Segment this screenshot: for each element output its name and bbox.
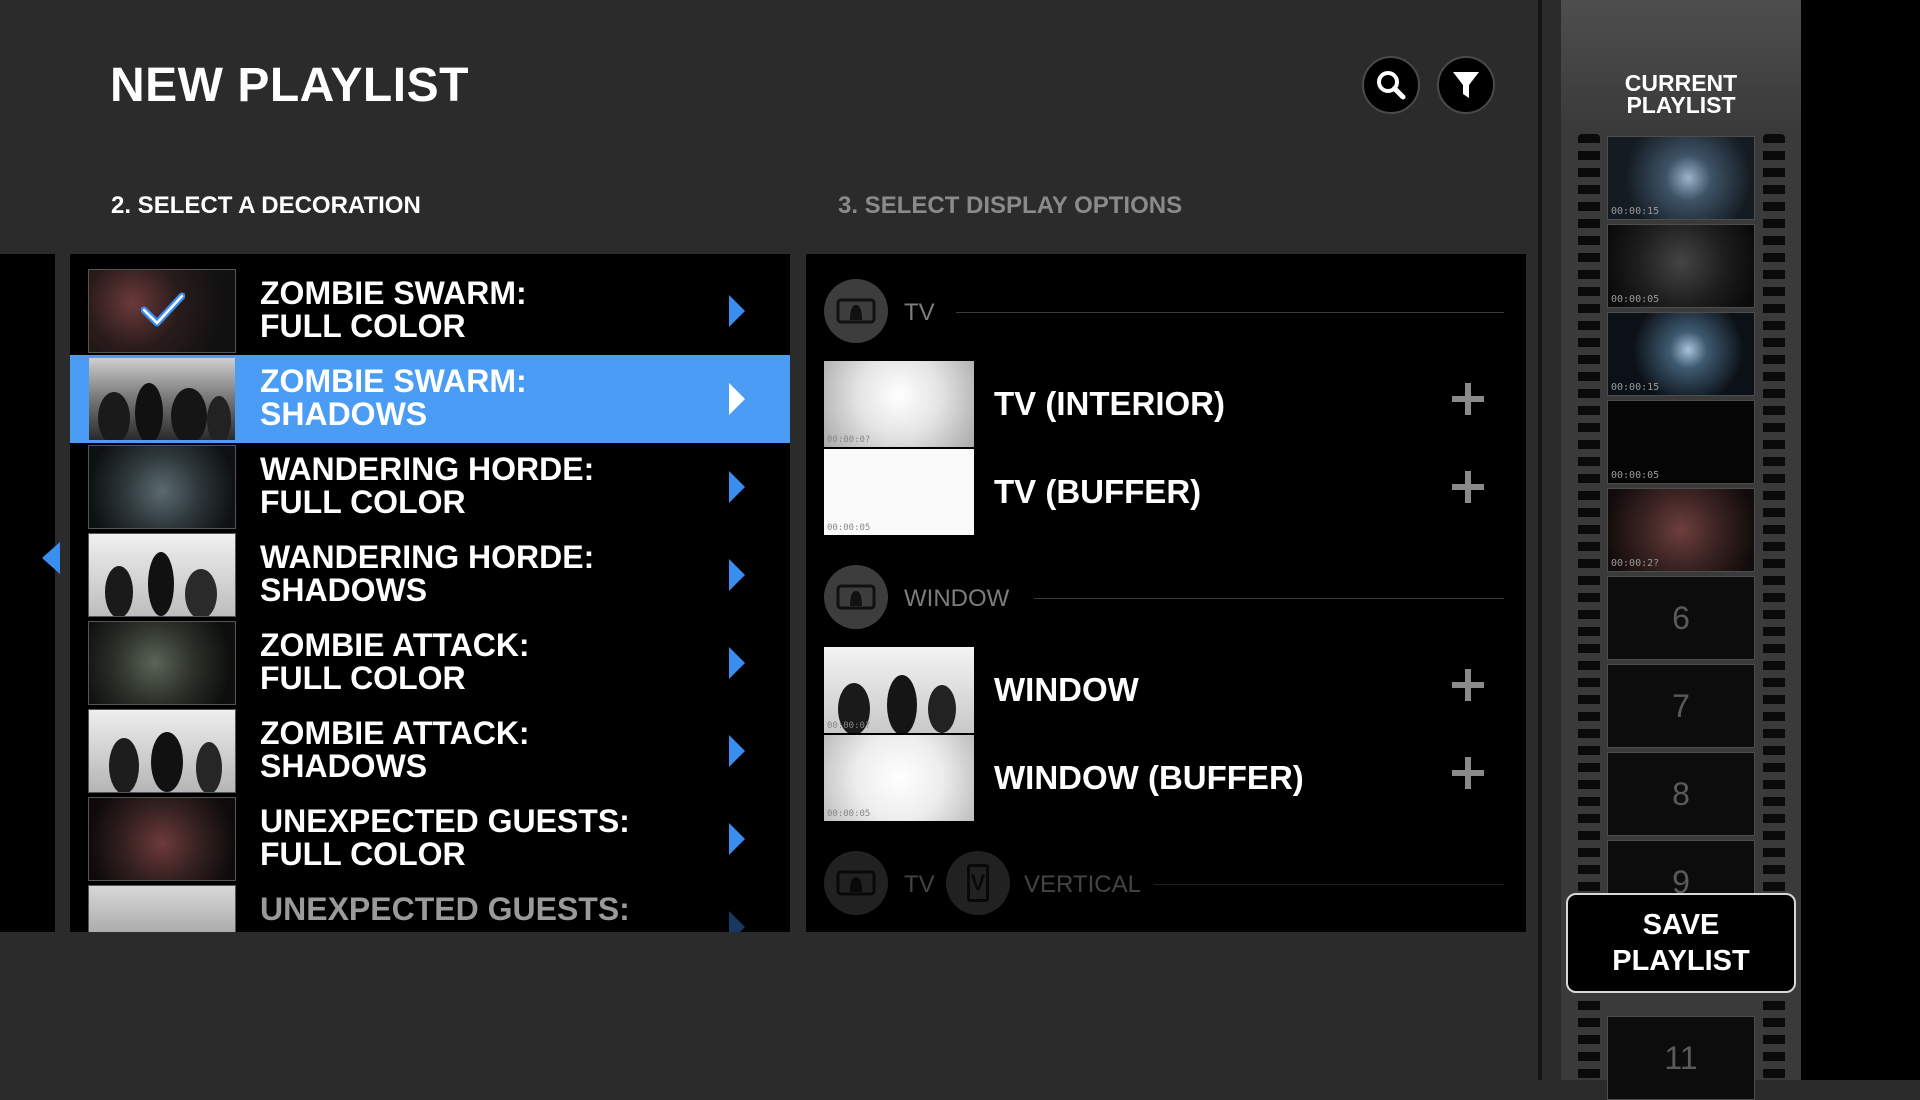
list-item-unexpected-guests-shadows[interactable]: UNEXPECTED GUESTS: bbox=[70, 883, 790, 932]
silhouettes-image bbox=[109, 732, 222, 792]
option-label: WINDOW (BUFFER) bbox=[994, 759, 1304, 796]
playlist-frame-2[interactable]: 00:00:05 bbox=[1607, 224, 1755, 308]
list-item-zombie-attack-shadows[interactable]: ZOMBIE ATTACK: SHADOWS bbox=[70, 707, 790, 795]
group-header-window: WINDOW bbox=[824, 565, 1504, 631]
add-icon[interactable] bbox=[1452, 471, 1484, 503]
chevron-right-icon bbox=[729, 295, 745, 327]
bottom-area bbox=[0, 932, 1538, 1080]
chevron-right-icon bbox=[729, 647, 745, 679]
list-item-label: ZOMBIE ATTACK: FULL COLOR bbox=[260, 627, 530, 696]
decoration-list: ZOMBIE SWARM: FULL COLOR ZOMBIE SWARM: SHA… bbox=[70, 254, 790, 932]
list-item-zombie-swarm-shadows[interactable]: ZOMBIE SWARM: SHADOWS bbox=[70, 355, 790, 443]
group-label-vertical: VERTICAL bbox=[1024, 871, 1141, 898]
list-item-label: UNEXPECTED GUESTS: FULL COLOR bbox=[260, 803, 630, 872]
divider bbox=[1154, 884, 1504, 885]
chevron-right-icon bbox=[729, 735, 745, 767]
group-label-tv: TV bbox=[904, 871, 935, 898]
display-options-panel: TV 00:00:0? TV (INTERIOR) 00:00:05 TV (B… bbox=[806, 254, 1526, 932]
option-thumbnail: 00:00:05 bbox=[824, 735, 974, 821]
filter-button[interactable] bbox=[1437, 56, 1495, 114]
list-item-unexpected-guests-full-color[interactable]: UNEXPECTED GUESTS: FULL COLOR bbox=[70, 795, 790, 883]
left-scroll-strip bbox=[0, 254, 55, 932]
thumbnail bbox=[88, 269, 236, 353]
list-item-zombie-swarm-full-color[interactable]: ZOMBIE SWARM: FULL COLOR bbox=[70, 267, 790, 355]
chevron-right-icon bbox=[729, 559, 745, 591]
group-header-tv-vertical: TV V VERTICAL bbox=[824, 851, 1504, 917]
tv-icon bbox=[824, 279, 888, 343]
option-label: TV (INTERIOR) bbox=[994, 385, 1225, 422]
thumbnail bbox=[88, 709, 236, 793]
option-label: TV (BUFFER) bbox=[994, 473, 1202, 510]
chevron-right-icon bbox=[729, 823, 745, 855]
section-label-decoration: 2. SELECT A DECORATION bbox=[111, 192, 421, 219]
current-playlist-title: CURRENT PLAYLIST bbox=[1624, 70, 1738, 118]
add-icon[interactable] bbox=[1452, 383, 1484, 415]
option-window[interactable]: 00:00:0? WINDOW bbox=[824, 647, 1504, 733]
chevron-right-icon bbox=[729, 471, 745, 503]
playlist-frame-5[interactable]: 00:00:2? bbox=[1607, 488, 1755, 572]
option-tv-interior[interactable]: 00:00:0? TV (INTERIOR) bbox=[824, 361, 1504, 447]
divider bbox=[956, 312, 1504, 313]
silhouettes-image bbox=[105, 552, 217, 616]
checkmark-icon bbox=[141, 292, 185, 327]
vertical-icon: V bbox=[946, 851, 1010, 915]
thumbnail bbox=[88, 533, 236, 617]
add-icon[interactable] bbox=[1452, 757, 1484, 789]
thumbnail bbox=[88, 797, 236, 881]
playlist-frame-6[interactable]: 6 bbox=[1607, 576, 1755, 660]
group-header-tv: TV bbox=[824, 279, 1504, 345]
right-edge bbox=[1801, 0, 1920, 1080]
filter-icon bbox=[1453, 72, 1479, 98]
page-title: NEW PLAYLIST bbox=[110, 59, 469, 112]
option-thumbnail: 00:00:0? bbox=[824, 647, 974, 733]
chevron-right-icon bbox=[729, 383, 745, 415]
list-item-label: WANDERING HORDE: SHADOWS bbox=[260, 539, 595, 608]
option-tv-buffer[interactable]: 00:00:05 TV (BUFFER) bbox=[824, 449, 1504, 535]
playlist-frame-3[interactable]: 00:00:15 bbox=[1607, 312, 1755, 396]
list-item-wandering-horde-full-color[interactable]: WANDERING HORDE: FULL COLOR bbox=[70, 443, 790, 531]
playlist-frame-4[interactable]: 00:00:05 bbox=[1607, 400, 1755, 484]
list-item-label: ZOMBIE ATTACK: SHADOWS bbox=[260, 715, 530, 784]
chevron-right-icon bbox=[729, 911, 745, 932]
scroll-left-arrow-icon[interactable] bbox=[42, 542, 60, 574]
window-icon bbox=[824, 565, 888, 629]
thumbnail bbox=[88, 445, 236, 529]
option-thumbnail: 00:00:05 bbox=[824, 449, 974, 535]
playlist-frame-8[interactable]: 8 bbox=[1607, 752, 1755, 836]
save-playlist-button[interactable]: SAVE PLAYLIST bbox=[1566, 893, 1796, 993]
section-label-display-options: 3. SELECT DISPLAY OPTIONS bbox=[838, 192, 1183, 219]
list-item-label: WANDERING HORDE: FULL COLOR bbox=[260, 451, 595, 520]
option-thumbnail: 00:00:0? bbox=[824, 361, 974, 447]
silhouettes-image bbox=[98, 383, 231, 440]
group-label-tv: TV bbox=[904, 299, 935, 326]
thumbnail bbox=[88, 885, 236, 932]
option-window-buffer[interactable]: 00:00:05 WINDOW (BUFFER) bbox=[824, 735, 1504, 821]
divider bbox=[1034, 598, 1504, 599]
list-item-zombie-attack-full-color[interactable]: ZOMBIE ATTACK: FULL COLOR bbox=[70, 619, 790, 707]
option-label: WINDOW bbox=[994, 671, 1139, 708]
group-label-window: WINDOW bbox=[904, 585, 1010, 612]
list-item-label: ZOMBIE SWARM: SHADOWS bbox=[260, 363, 527, 432]
panel-divider bbox=[1538, 0, 1542, 1080]
list-item-label: ZOMBIE SWARM: FULL COLOR bbox=[260, 275, 527, 344]
playlist-frame-7[interactable]: 7 bbox=[1607, 664, 1755, 748]
thumbnail bbox=[88, 621, 236, 705]
add-icon[interactable] bbox=[1452, 669, 1484, 701]
thumbnail bbox=[88, 357, 236, 441]
playlist-frame-11[interactable]: 11 bbox=[1607, 1016, 1755, 1100]
list-item-wandering-horde-shadows[interactable]: WANDERING HORDE: SHADOWS bbox=[70, 531, 790, 619]
search-icon bbox=[1377, 71, 1406, 100]
list-item-label: UNEXPECTED GUESTS: bbox=[260, 891, 630, 927]
playlist-frame-1[interactable]: 00:00:15 bbox=[1607, 136, 1755, 220]
tv-icon bbox=[824, 851, 888, 915]
search-button[interactable] bbox=[1362, 56, 1420, 114]
